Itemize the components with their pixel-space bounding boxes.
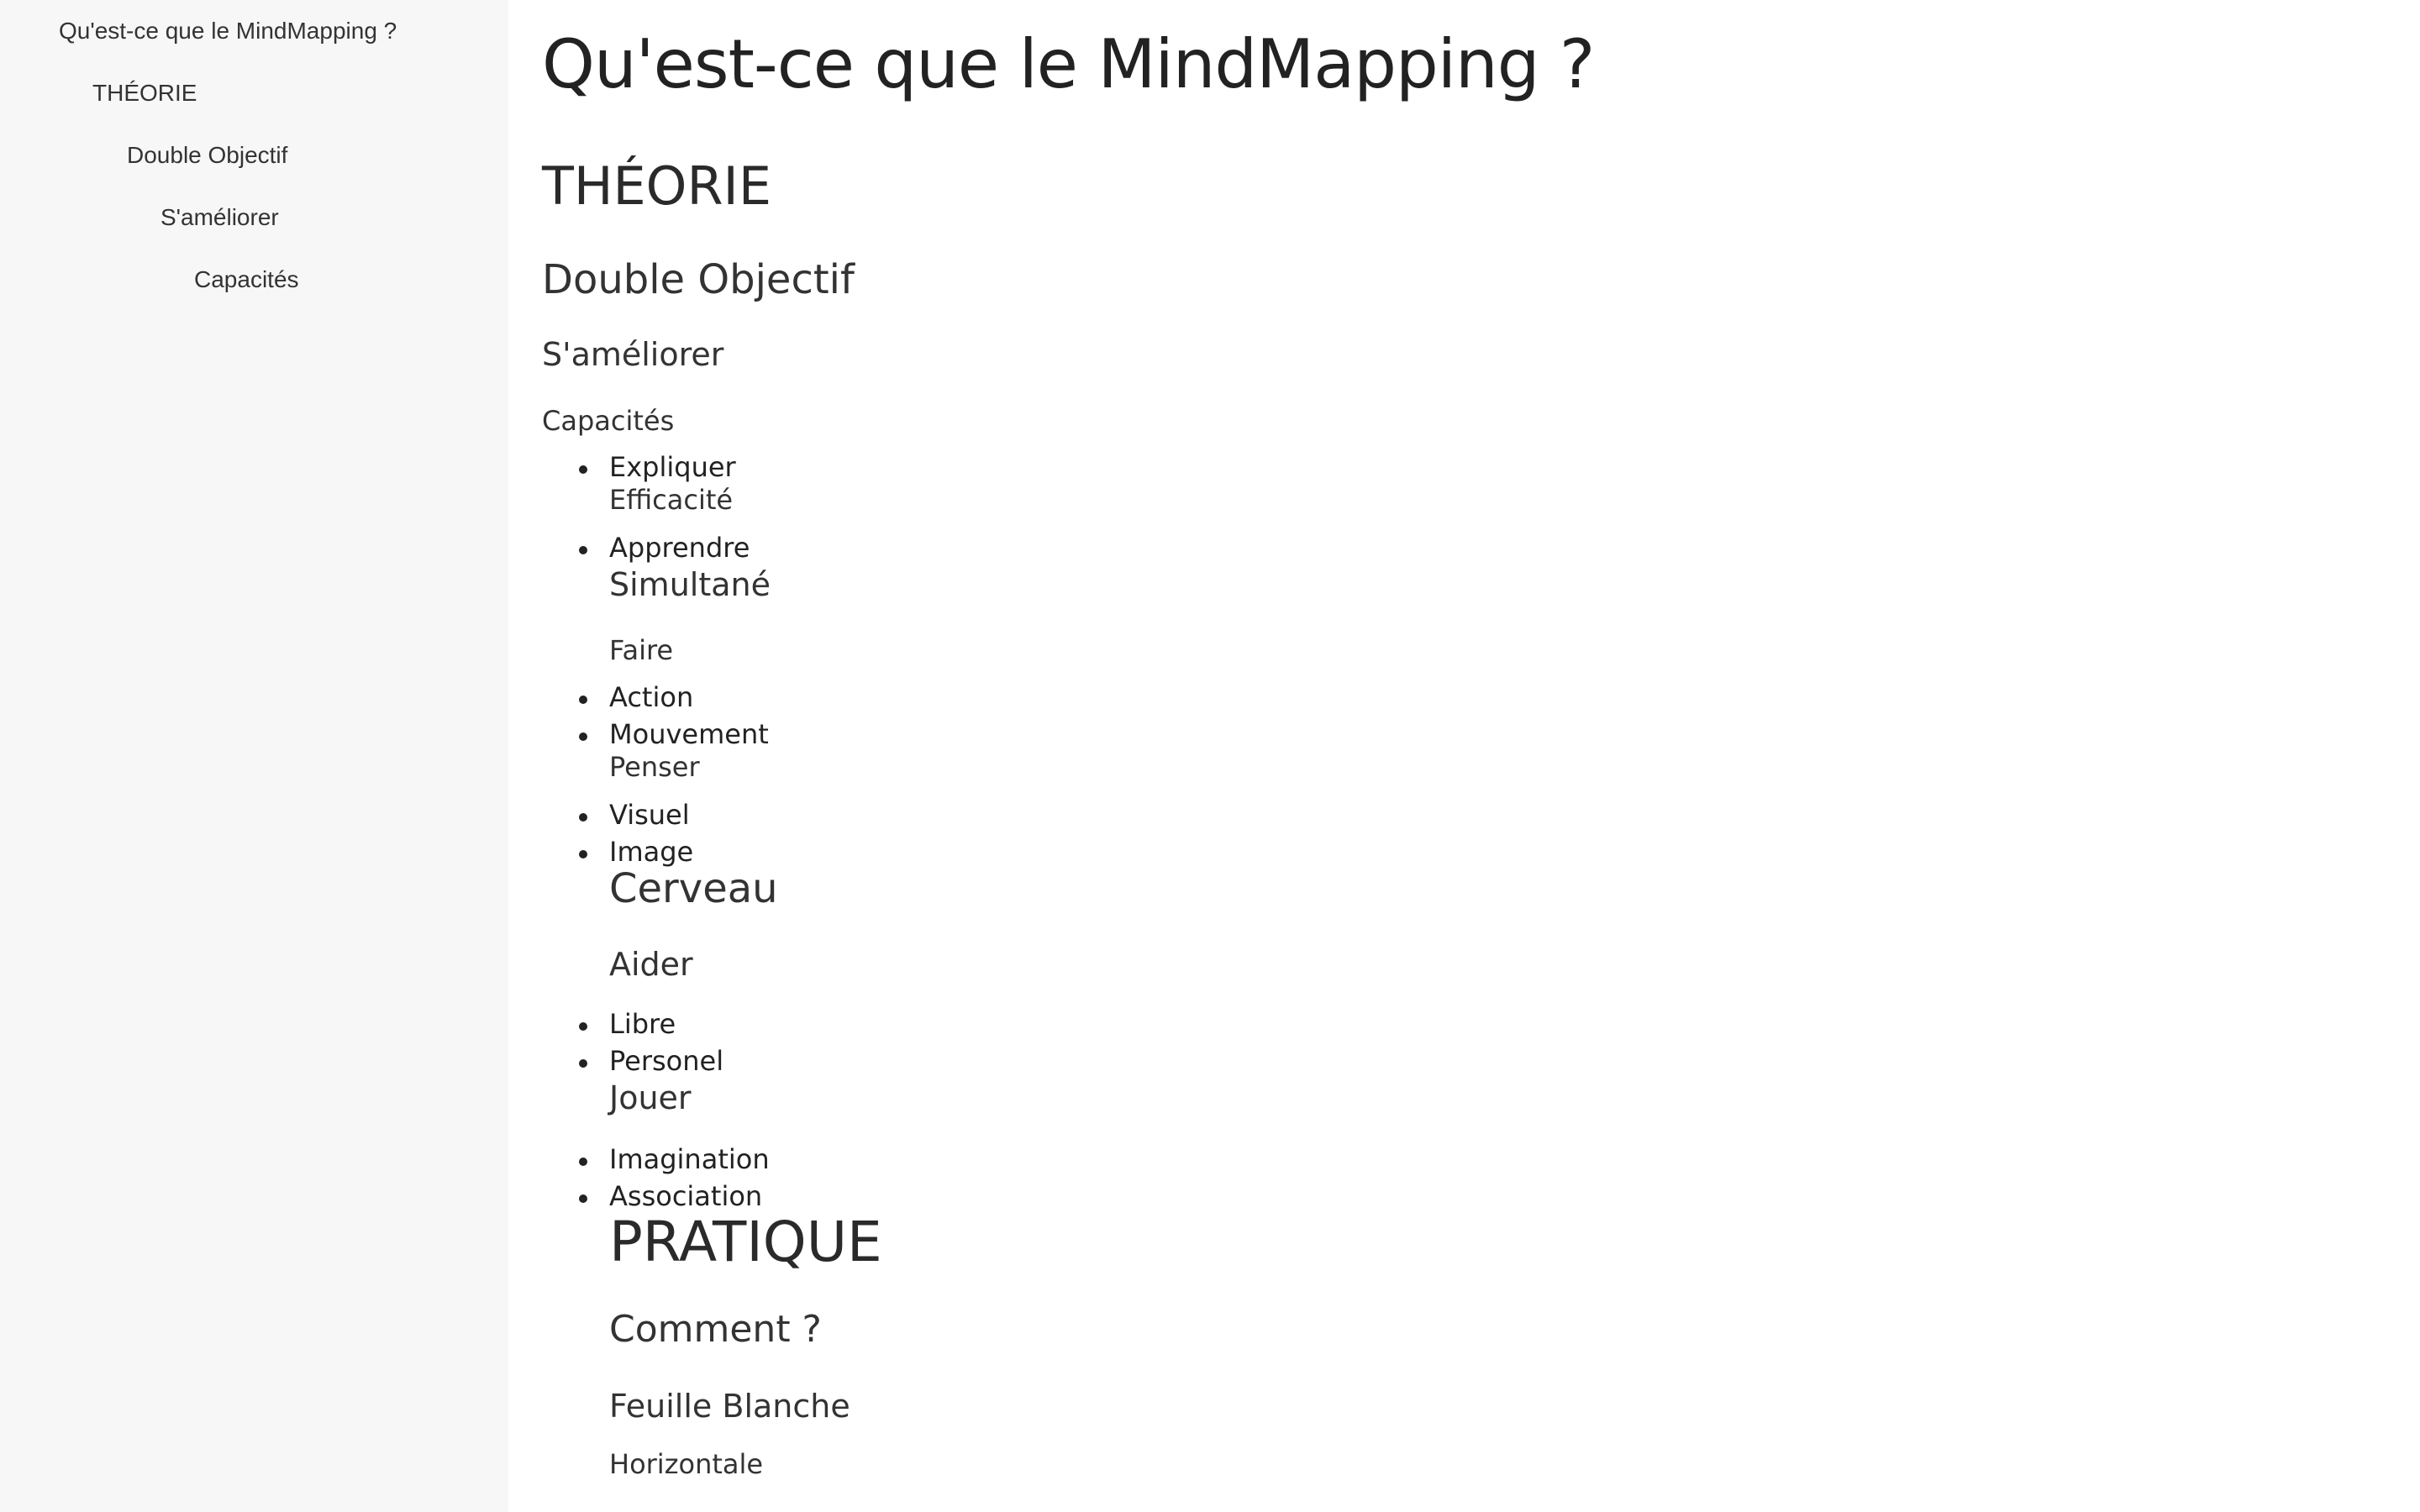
heading-simultane: Simultané	[609, 566, 771, 603]
list-item-visuel: Visuel	[579, 799, 690, 831]
list-item-personel: Personel	[578, 1045, 724, 1077]
list-item-libre: Libre	[578, 1008, 676, 1040]
page-title: Qu'est-ce que le MindMapping ?	[542, 25, 1595, 103]
heading-theorie: THÉORIE	[542, 155, 772, 217]
list-item-action: Action	[578, 681, 694, 713]
heading-faire: Faire	[609, 634, 674, 666]
list-item-imagination: Imagination	[579, 1143, 770, 1175]
heading-double-objectif: Double Objectif	[542, 256, 855, 303]
list-item-association: Association	[578, 1180, 763, 1212]
table-of-contents-sidebar: Qu'est-ce que le MindMapping ? THÉORIE D…	[0, 0, 508, 1512]
heading-cerveau: Cerveau	[609, 865, 778, 912]
heading-penser: Penser	[609, 751, 700, 783]
toc-item-mindmapping[interactable]: Qu'est-ce que le MindMapping ?	[59, 17, 397, 45]
toc-item-theorie[interactable]: THÉORIE	[92, 79, 197, 108]
heading-feuille-blanche: Feuille Blanche	[609, 1388, 850, 1425]
heading-jouer: Jouer	[609, 1079, 692, 1116]
list-item-mouvement: Mouvement	[579, 718, 769, 750]
toc-item-sameliorer[interactable]: S'améliorer	[160, 203, 279, 232]
heading-efficacite: Efficacité	[609, 484, 734, 516]
list-item-apprendre: Apprendre	[578, 532, 750, 564]
heading-aider: Aider	[609, 946, 693, 983]
list-item-expliquer: Expliquer	[579, 451, 736, 483]
heading-pratique: PRATIQUE	[609, 1210, 882, 1274]
document-content: Qu'est-ce que le MindMapping ? THÉORIE D…	[508, 0, 2420, 1512]
toc-item-double-objectif[interactable]: Double Objectif	[127, 141, 287, 170]
heading-capacites: Capacités	[542, 405, 675, 437]
heading-sameliorer: S'améliorer	[542, 336, 724, 373]
heading-horizontale: Horizontale	[609, 1448, 764, 1480]
toc-item-capacites[interactable]: Capacités	[194, 265, 299, 294]
list-item-image: Image	[578, 836, 694, 868]
heading-comment: Comment ?	[609, 1308, 822, 1351]
